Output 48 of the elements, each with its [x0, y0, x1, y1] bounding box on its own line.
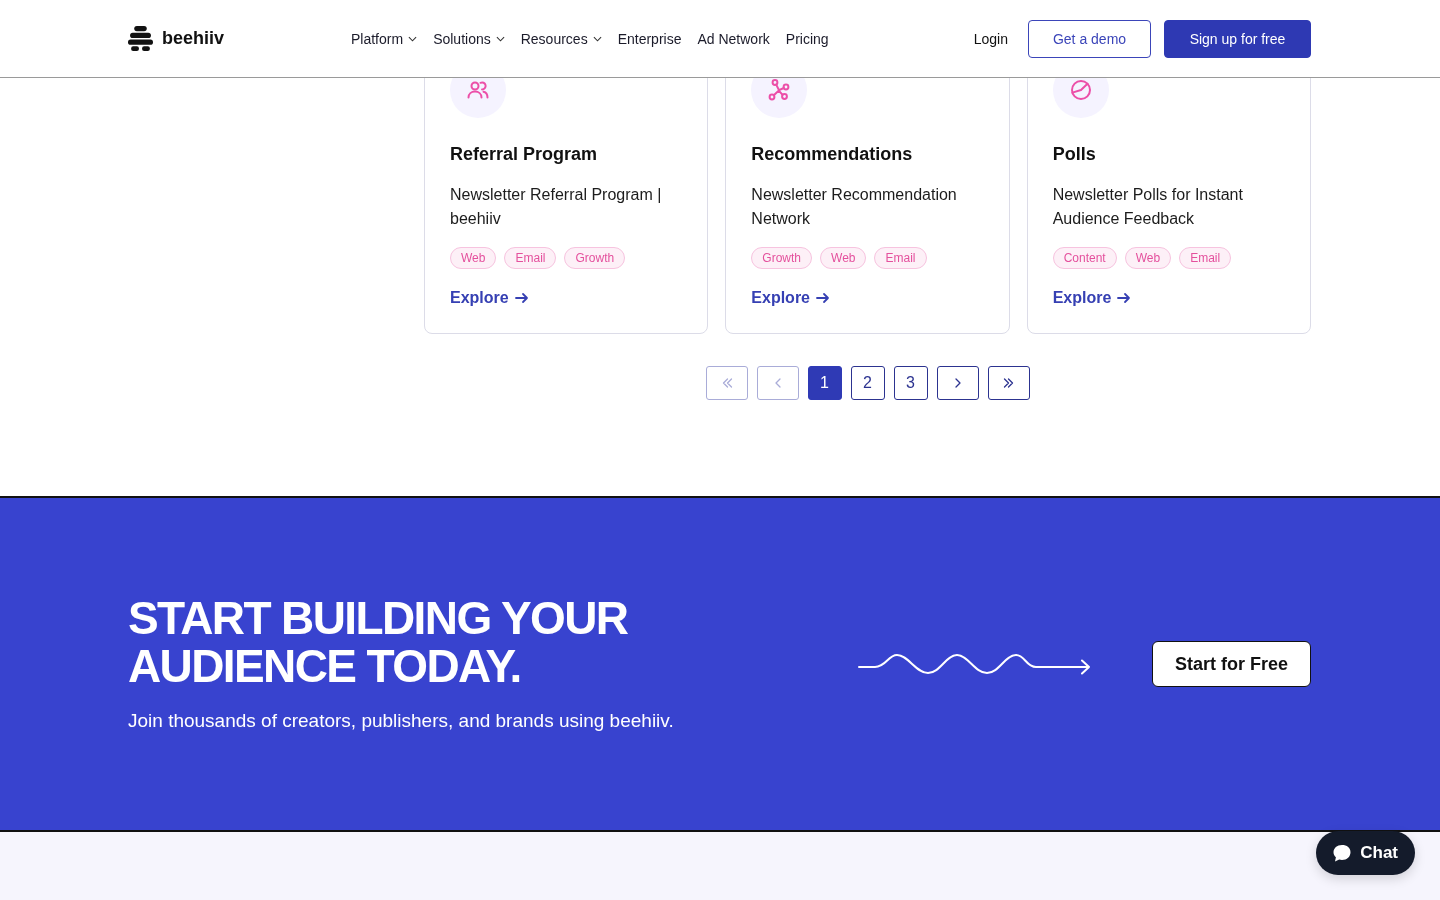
beehive-logo-icon: [128, 26, 153, 51]
card-description: Newsletter Polls for Instant Audience Feedback: [1052, 185, 1244, 229]
signup-button[interactable]: Sign up for free: [1164, 19, 1311, 58]
nav-link[interactable]: Ad Network: [697, 30, 770, 47]
nav-link[interactable]: Platform: [351, 30, 418, 47]
wavy-arrow-icon: [858, 652, 1092, 676]
nav-link[interactable]: Pricing: [785, 30, 829, 47]
demo-button[interactable]: Get a demo: [1028, 19, 1151, 58]
chevron-down-icon: [495, 35, 505, 42]
arrow-right-icon: [815, 290, 831, 306]
tag: Growth: [751, 247, 812, 269]
nav-link[interactable]: Solutions: [433, 30, 505, 47]
chevron-down-icon: [408, 35, 418, 42]
start-free-button[interactable]: Start for Free: [1152, 641, 1311, 687]
cta-heading: START BUILDING YOUR AUDIENCE TODAY.: [128, 593, 629, 690]
chat-button[interactable]: Chat: [1316, 831, 1415, 875]
logo-link[interactable]: beehiiv: [128, 26, 225, 51]
double-chevron-right-icon: [1002, 377, 1015, 389]
nav-link[interactable]: Enterprise: [617, 30, 682, 47]
tag: Web: [1124, 247, 1172, 269]
arrow-right-icon: [513, 290, 530, 306]
cta-subtitle: Join thousands of creators, publishers, and brands using beehiiv.: [128, 708, 674, 733]
tag: Web: [450, 247, 497, 269]
explore-link[interactable]: Explore: [1052, 286, 1133, 310]
card-title: Polls: [1052, 143, 1097, 166]
tag: Email: [1179, 247, 1232, 269]
tag: Email: [874, 247, 927, 269]
tag: Content: [1052, 247, 1117, 269]
double-chevron-left-icon: [720, 377, 733, 389]
last-page-button[interactable]: [987, 366, 1030, 400]
page-button[interactable]: 1: [807, 366, 842, 400]
card-description: Newsletter Recommendation Network: [751, 185, 958, 229]
next-page-button[interactable]: [936, 366, 979, 400]
speech-bubble-icon: [1332, 843, 1353, 863]
card-title: Recommendations: [751, 143, 914, 166]
card-description: Newsletter Referral Program | beehiiv: [450, 185, 663, 229]
explore-link[interactable]: Explore: [450, 286, 530, 310]
arrow-right-icon: [1116, 290, 1133, 306]
chevron-down-icon: [592, 35, 602, 42]
card-title: Referral Program: [450, 143, 599, 166]
nav-link[interactable]: Resources: [520, 30, 602, 47]
tag: Email: [504, 247, 557, 269]
page-button[interactable]: 2: [850, 366, 885, 400]
tag: Web: [820, 247, 867, 269]
login-link[interactable]: Login: [973, 30, 1008, 47]
page-button[interactable]: 3: [893, 366, 928, 400]
explore-link[interactable]: Explore: [751, 286, 831, 310]
tag: Growth: [564, 247, 626, 269]
